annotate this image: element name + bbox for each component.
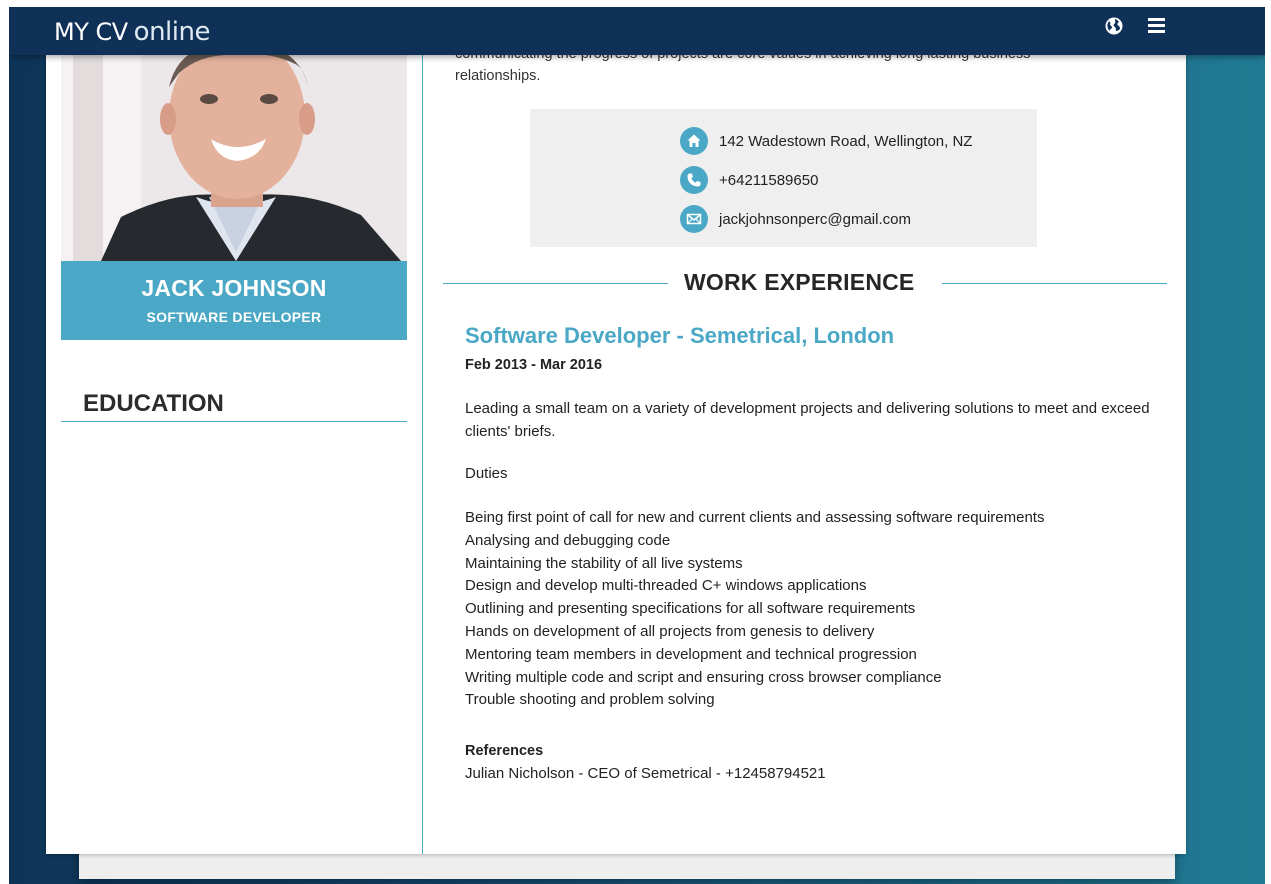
logo-text-online: online [133,17,211,47]
email-link[interactable]: jackjohnsonperc@gmail.com [719,211,911,228]
contact-email: jackjohnsonperc@gmail.com [680,204,911,234]
section-rule-left [443,283,668,284]
contact-phone: +64211589650 [680,165,818,195]
job-description: Leading a small team on a variety of dev… [465,400,1150,440]
profile-photo [61,47,407,261]
job-entry: Software Developer - Semetrical, London … [465,323,1155,782]
education-heading: EDUCATION [83,390,224,417]
section-rule-right [942,283,1167,284]
contact-box: 142 Wadestown Road, Wellington, NZ +6421… [530,109,1037,247]
site-logo[interactable]: MY CV online [54,13,210,49]
phone-icon [680,166,708,194]
column-divider [422,47,423,854]
job-dates: Feb 2013 - Mar 2016 [465,357,603,373]
cv-sheet: JACK JOHNSON SOFTWARE DEVELOPER EDUCATIO… [46,47,1186,854]
reference-entry: Julian Nicholson - CEO of Semetrical - +… [465,765,826,783]
top-navbar: MY CV online [9,7,1265,55]
job-title: Software Developer - Semetrical, London [465,323,895,348]
list-item: Design and develop multi-threaded C+ win… [465,577,867,595]
list-item: Mentoring team members in development an… [465,645,917,663]
contact-address: 142 Wadestown Road, Wellington, NZ [680,126,972,156]
references-label: References [465,743,544,760]
work-experience-heading: WORK EXPERIENCE [684,269,915,295]
logo-text-main: MY CV [54,18,128,46]
list-item: Being first point of call for new and cu… [465,509,1045,526]
name-plate: JACK JOHNSON SOFTWARE DEVELOPER [61,261,407,340]
profile-name: JACK JOHNSON [141,275,327,301]
list-item: Outlining and presenting specifications … [465,600,916,618]
profile-role: SOFTWARE DEVELOPER [146,309,322,325]
education-divider [61,421,407,422]
address-text: 142 Wadestown Road, Wellington, NZ [719,132,973,150]
intro-line-2: relationships. [455,68,541,84]
left-column: JACK JOHNSON SOFTWARE DEVELOPER EDUCATIO… [46,47,422,854]
duties-label: Duties [465,465,508,482]
home-icon [680,127,708,155]
menu-icon[interactable] [1146,15,1168,37]
envelope-icon [680,205,708,233]
duties-list: Being first point of call for new and cu… [465,507,1155,712]
list-item: Writing multiple code and script and ens… [465,668,942,686]
list-item: Analysing and debugging code [465,531,671,549]
phone-text[interactable]: +64211589650 [719,172,818,189]
globe-icon[interactable] [1103,15,1125,37]
app-viewport: JACK JOHNSON SOFTWARE DEVELOPER EDUCATIO… [9,7,1265,884]
list-item: Trouble shooting and problem solving [465,691,715,709]
list-item: Maintaining the stability of all live sy… [465,554,743,572]
list-item: Hands on development of all projects fro… [465,622,875,640]
